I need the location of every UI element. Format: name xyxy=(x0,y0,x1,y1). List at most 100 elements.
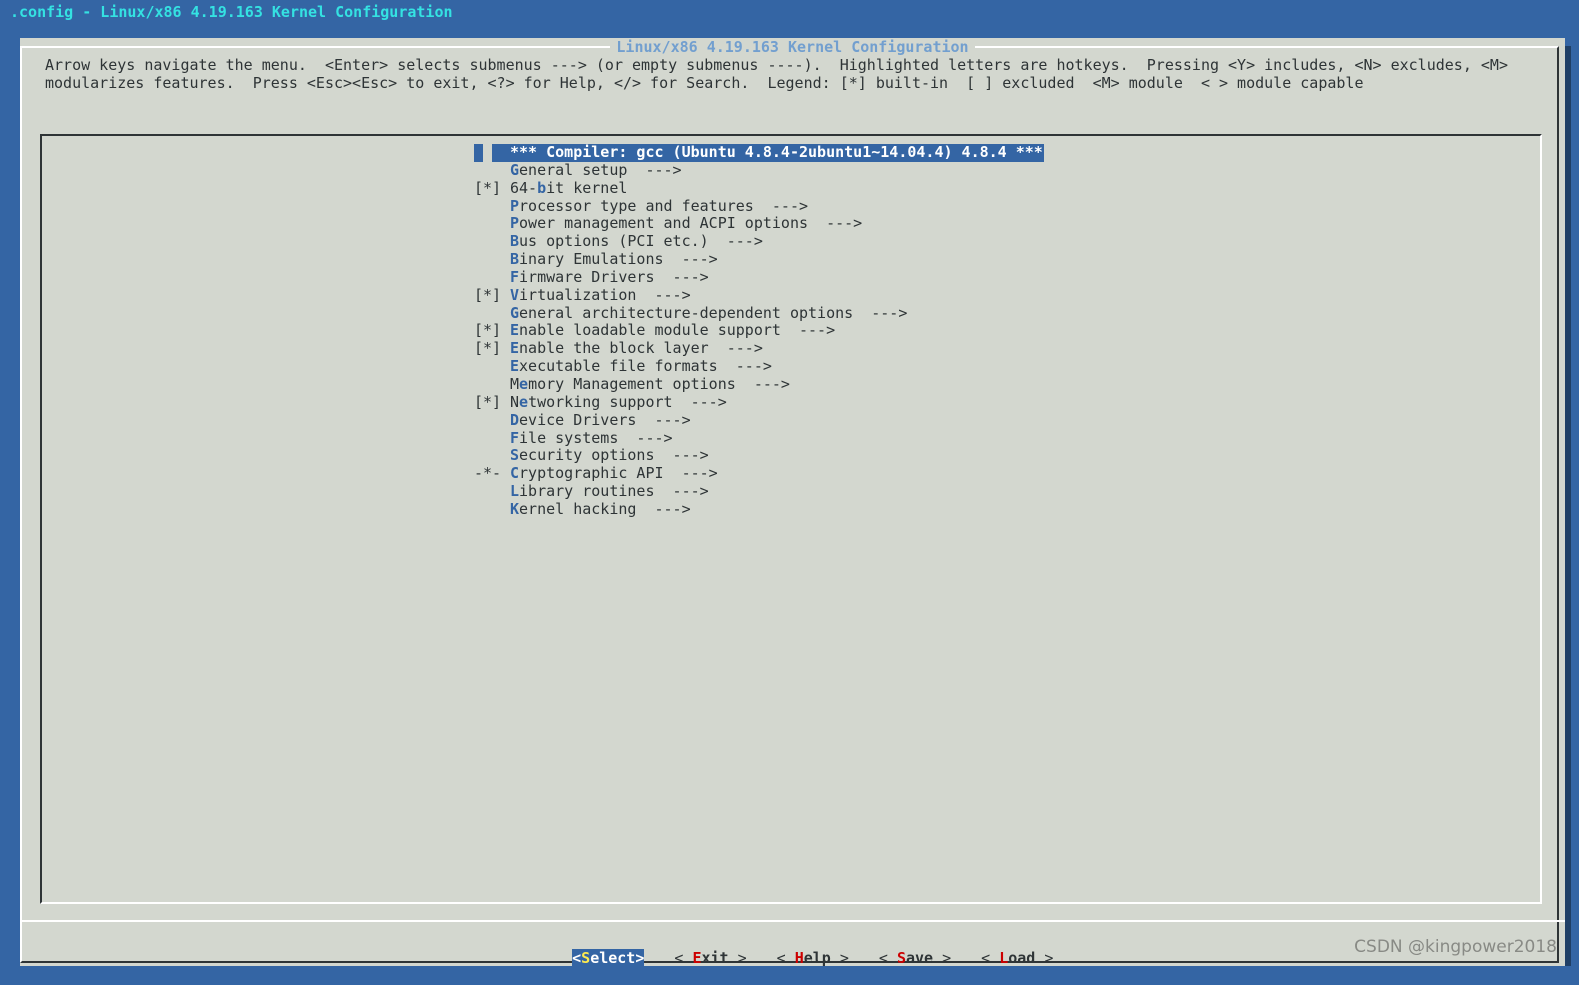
menu-item[interactable]: Memory Management options ---> xyxy=(474,374,1044,394)
menu-item-text-post: nable loadable module support ---> xyxy=(519,321,836,340)
menu-item-text-pre: N xyxy=(510,392,520,411)
exit-button[interactable]: < Exit > xyxy=(674,949,746,967)
menu-item-label: Binary Emulations ---> xyxy=(510,250,718,269)
menu-item-state xyxy=(474,144,510,162)
menu-item-hotkey: P xyxy=(510,196,520,215)
load-button[interactable]: < Load > xyxy=(981,949,1053,967)
menu-item-text-post: ower management and ACPI options ---> xyxy=(519,214,863,233)
menu-item-hotkey: V xyxy=(510,285,520,304)
menu-item-label: Executable file formats ---> xyxy=(510,357,772,376)
menu-item-state xyxy=(474,501,510,519)
menu-item[interactable]: Device Drivers ---> xyxy=(474,410,1044,430)
menu-item-hotkey: F xyxy=(510,428,520,447)
menu-item-text-post: tworking support ---> xyxy=(528,392,727,411)
menu-item-state xyxy=(474,305,510,323)
menu-item[interactable]: Processor type and features ---> xyxy=(474,196,1044,216)
menu-item-label: General architecture-dependent options -… xyxy=(510,303,908,323)
menu-item-hotkey: b xyxy=(537,178,547,197)
dialog-title-text: Linux/x86 4.19.163 Kernel Configuration xyxy=(610,38,975,56)
selection-fill xyxy=(492,144,510,162)
menu-item[interactable]: Library routines ---> xyxy=(474,482,1044,501)
menu-item-label: Security options ---> xyxy=(510,446,709,465)
menu-item[interactable]: Security options ---> xyxy=(474,446,1044,465)
menu-item-hotkey: B xyxy=(510,232,520,251)
menu-item-state xyxy=(474,376,510,394)
menu-item-hotkey: E xyxy=(510,357,520,376)
menu-item-label: Enable loadable module support ---> xyxy=(510,322,835,340)
menu-item-state: [*] xyxy=(474,392,511,411)
menu-item-text-post: rocessor type and features ---> xyxy=(519,196,809,215)
menu-item-text-post: xecutable file formats ---> xyxy=(519,357,772,376)
menu-item-label: Firmware Drivers ---> xyxy=(510,267,709,287)
menu-item-hotkey: F xyxy=(510,267,520,286)
menu-item[interactable]: [*] Enable loadable module support ---> xyxy=(474,322,1044,340)
menu-item[interactable]: [*] 64-bit kernel xyxy=(474,178,1044,198)
menu-item-text-post: nable the block layer ---> xyxy=(519,339,763,358)
menu-item[interactable]: Power management and ACPI options ---> xyxy=(474,214,1044,233)
menu-item-text-post: ecurity options ---> xyxy=(519,446,709,465)
menu-item-text-post: ile systems ---> xyxy=(519,428,673,447)
menu-item-state: -*- xyxy=(474,464,511,483)
menu-item-state xyxy=(474,358,510,376)
help-text: Arrow keys navigate the menu. <Enter> se… xyxy=(45,56,1545,92)
menu-item[interactable]: General setup ---> xyxy=(474,160,1044,180)
dialog-shadow xyxy=(1565,46,1571,966)
menu-item-hotkey: L xyxy=(510,482,520,501)
menu-item-hotkey: D xyxy=(510,410,520,429)
menu-item-text-post: it kernel xyxy=(546,178,628,197)
help-button[interactable]: < Help > xyxy=(777,949,849,967)
menu-item-state xyxy=(474,269,510,287)
watermark: CSDN @kingpower2018 xyxy=(1354,937,1557,957)
menu-item-label: Virtualization ---> xyxy=(510,285,691,305)
select-button[interactable]: <Select> xyxy=(572,949,645,967)
menu-item-text-post: us options (PCI etc.) ---> xyxy=(519,232,763,251)
menu-item-text-post: irmware Drivers ---> xyxy=(519,267,709,286)
menu-item[interactable]: *** Compiler: gcc (Ubuntu 4.8.4-2ubuntu1… xyxy=(474,143,1044,162)
menu-item-hotkey: S xyxy=(510,446,520,465)
menu-item-state xyxy=(474,233,510,251)
menu-item-label: Networking support ---> xyxy=(510,392,727,412)
menu-item[interactable]: Binary Emulations ---> xyxy=(474,250,1044,269)
menu-item[interactable]: [*] Enable the block layer ---> xyxy=(474,339,1044,358)
menu-item[interactable]: Firmware Drivers ---> xyxy=(474,267,1044,287)
kernel-config-dialog: Linux/x86 4.19.163 Kernel Configuration … xyxy=(20,38,1565,967)
menu-item-hotkey: B xyxy=(510,250,520,269)
menu-item-label: Kernel hacking ---> xyxy=(510,500,691,519)
dialog-title: Linux/x86 4.19.163 Kernel Configuration xyxy=(20,38,1565,56)
menu-item-hotkey: G xyxy=(510,303,520,322)
menu-item-state: [*] xyxy=(474,339,511,358)
menu-item-label: 64-bit kernel xyxy=(510,178,628,198)
save-button[interactable]: < Save > xyxy=(879,949,951,967)
window-title: .config - Linux/x86 4.19.163 Kernel Conf… xyxy=(10,3,453,21)
menu-item-state xyxy=(474,430,510,448)
menu-item-state: [*] xyxy=(474,321,511,340)
menu-item-hotkey: G xyxy=(510,160,520,179)
menu-item-text-pre: M xyxy=(510,374,520,393)
menu-item-label: Memory Management options ---> xyxy=(510,374,790,394)
menu-item-hotkey: e xyxy=(519,374,529,393)
menu-item[interactable]: [*] Networking support ---> xyxy=(474,392,1044,412)
menu-item-hotkey: P xyxy=(510,214,520,233)
menu-item-state xyxy=(474,447,510,465)
menu-item[interactable]: Bus options (PCI etc.) ---> xyxy=(474,232,1044,251)
menu-item-label: Library routines ---> xyxy=(510,482,709,501)
menu-item[interactable]: Kernel hacking ---> xyxy=(474,500,1044,519)
menu-item-text-post: eneral architecture-dependent options --… xyxy=(519,303,908,322)
menu-item-state xyxy=(474,412,510,430)
menu-item[interactable]: General architecture-dependent options -… xyxy=(474,303,1044,323)
button-bar: <Select> < Exit > < Help > < Save > < Load > xyxy=(536,931,1083,985)
menu-item-state xyxy=(474,251,510,269)
menu-item-state xyxy=(474,215,510,233)
menu-item[interactable]: Executable file formats ---> xyxy=(474,357,1044,376)
menu-item[interactable]: File systems ---> xyxy=(474,428,1044,448)
help-line-1: Arrow keys navigate the menu. <Enter> se… xyxy=(45,56,1508,74)
menu-item-label: Power management and ACPI options ---> xyxy=(510,214,863,233)
menu-item-text-post: ibrary routines ---> xyxy=(519,482,709,501)
menu-item[interactable]: -*- Cryptographic API ---> xyxy=(474,464,1044,483)
menu-item-text-post: irtualization ---> xyxy=(519,285,691,304)
menu-item-label: *** Compiler: gcc (Ubuntu 4.8.4-2ubuntu1… xyxy=(510,143,1044,162)
cursor-marker xyxy=(474,144,483,162)
menu-item-state: [*] xyxy=(474,178,511,197)
menu-item-hotkey: E xyxy=(510,321,520,340)
menu-item[interactable]: [*] Virtualization ---> xyxy=(474,285,1044,305)
